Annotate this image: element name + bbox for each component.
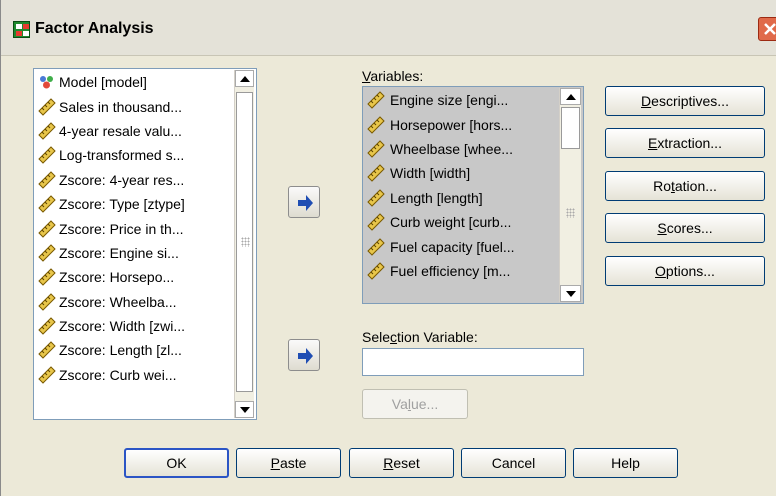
- list-item[interactable]: Zscore: Type [ztype]: [35, 192, 185, 216]
- source-list-scrollbar[interactable]: [234, 70, 254, 418]
- scale-variable-icon: [37, 219, 59, 238]
- paste-button[interactable]: Paste: [236, 448, 341, 478]
- list-item-label: Wheelbase [whee...: [390, 140, 513, 157]
- help-button[interactable]: Help: [573, 448, 678, 478]
- right-arrow-icon: [298, 348, 313, 364]
- options-button[interactable]: Options...: [605, 256, 765, 286]
- list-item[interactable]: Horsepower [hors...: [364, 112, 515, 137]
- scale-variable-icon: [366, 262, 388, 280]
- list-item-label: Sales in thousand...: [59, 98, 182, 115]
- scale-variable-icon: [37, 341, 59, 360]
- scroll-thumb[interactable]: [236, 92, 253, 392]
- nominal-variable-icon: [37, 73, 59, 91]
- value-button[interactable]: Value...: [362, 389, 468, 419]
- factor-analysis-dialog: Factor Analysis Model [model] Sales in th…: [0, 0, 776, 496]
- selection-variable-field[interactable]: [362, 348, 584, 376]
- scroll-thumb[interactable]: [561, 107, 580, 149]
- list-item-label: Fuel capacity [fuel...: [390, 238, 515, 255]
- list-item[interactable]: Log-transformed s...: [35, 143, 185, 167]
- scale-variable-icon: [37, 317, 59, 335]
- list-item-label: Engine size [engi...: [390, 92, 509, 109]
- list-item[interactable]: Fuel capacity [fuel...: [364, 234, 515, 259]
- list-item[interactable]: 4-year resale valu...: [35, 119, 185, 143]
- scale-variable-icon: [37, 366, 59, 384]
- list-item-label: Width [width]: [390, 165, 471, 182]
- list-item[interactable]: Zscore: Price in th...: [35, 216, 185, 240]
- list-item[interactable]: Curb weight [curb...: [364, 209, 515, 235]
- scale-variable-icon: [37, 195, 59, 213]
- window-title: Factor Analysis: [35, 20, 154, 37]
- scale-variable-icon: [366, 164, 388, 183]
- scale-variable-icon: [37, 97, 59, 116]
- scale-variable-icon: [366, 189, 388, 207]
- extraction-button[interactable]: Extraction...: [605, 128, 765, 158]
- scroll-down-button[interactable]: [235, 401, 254, 418]
- list-item-label: Zscore: Wheelba...: [59, 293, 177, 310]
- right-arrow-icon: [298, 195, 313, 211]
- list-item-label: Length [length]: [390, 189, 483, 206]
- list-item[interactable]: Sales in thousand...: [35, 94, 185, 118]
- list-item[interactable]: Zscore: Wheelba...: [35, 290, 185, 314]
- list-item[interactable]: Width [width]: [364, 161, 515, 186]
- list-item[interactable]: Length [length]: [364, 185, 515, 210]
- move-to-variables-button[interactable]: [288, 186, 320, 218]
- scale-variable-icon: [366, 115, 388, 134]
- reset-button[interactable]: Reset: [349, 448, 454, 478]
- list-item-label: Model [model]: [59, 74, 147, 91]
- list-item-label: Horsepower [hors...: [390, 116, 513, 133]
- list-item-label: Zscore: 4-year res...: [59, 171, 185, 188]
- descriptives-button[interactable]: Descriptives...: [605, 86, 765, 116]
- list-item[interactable]: Zscore: Width [zwi...: [35, 314, 185, 338]
- list-item-label: 4-year resale valu...: [59, 122, 182, 139]
- scroll-up-button[interactable]: [560, 88, 581, 105]
- variables-list-scrollbar[interactable]: [559, 88, 581, 302]
- ok-button[interactable]: OK: [124, 448, 229, 478]
- scale-variable-icon: [366, 140, 388, 158]
- list-item[interactable]: Zscore: Engine si...: [35, 241, 185, 265]
- list-item[interactable]: Engine size [engi...: [364, 88, 515, 113]
- move-to-selection-variable-button[interactable]: [288, 339, 320, 371]
- variables-label: Variables:: [362, 68, 424, 84]
- source-variable-list[interactable]: Model [model] Sales in thousand... 4-year …: [33, 68, 257, 420]
- title-bar[interactable]: Factor Analysis: [1, 0, 776, 56]
- list-item-label: Zscore: Width [zwi...: [59, 318, 186, 335]
- app-icon: [13, 21, 30, 38]
- list-item[interactable]: Wheelbase [whee...: [364, 136, 515, 162]
- variables-list[interactable]: Engine size [engi... Horsepower [hors... W…: [362, 86, 584, 304]
- scale-variable-icon: [37, 292, 59, 311]
- scale-variable-icon: [37, 268, 59, 287]
- list-item-label: Zscore: Horsepo...: [59, 269, 175, 286]
- scale-variable-icon: [366, 237, 388, 256]
- list-item[interactable]: Zscore: 4-year res...: [35, 168, 185, 192]
- scores-button[interactable]: Scores...: [605, 213, 765, 243]
- list-item-label: Fuel efficiency [m...: [390, 262, 511, 279]
- rotation-button[interactable]: Rotation...: [605, 171, 765, 201]
- list-item[interactable]: Zscore: Length [zl...: [35, 338, 185, 362]
- scroll-down-button[interactable]: [560, 285, 581, 302]
- list-item[interactable]: Zscore: Horsepo...: [35, 265, 185, 289]
- scroll-up-button[interactable]: [235, 70, 254, 87]
- scale-variable-icon: [37, 244, 59, 262]
- scale-variable-icon: [37, 171, 59, 189]
- list-item[interactable]: Zscore: Curb wei...: [35, 363, 185, 387]
- selection-variable-label: Selection Variable:: [362, 329, 478, 345]
- list-item[interactable]: Model [model]: [35, 70, 185, 94]
- list-item-label: Zscore: Engine si...: [59, 244, 179, 261]
- list-item-label: Log-transformed s...: [59, 147, 185, 164]
- list-item[interactable]: Fuel efficiency [m...: [364, 258, 515, 284]
- list-item-label: Curb weight [curb...: [390, 214, 512, 231]
- scale-variable-icon: [37, 122, 59, 140]
- scale-variable-icon: [366, 213, 388, 231]
- cancel-button[interactable]: Cancel: [461, 448, 566, 478]
- scale-variable-icon: [366, 91, 388, 109]
- list-item-label: Zscore: Type [ztype]: [59, 196, 185, 213]
- list-item-label: Zscore: Price in th...: [59, 220, 184, 237]
- list-item-label: Zscore: Curb wei...: [59, 366, 177, 383]
- scale-variable-icon: [37, 146, 59, 165]
- list-item-label: Zscore: Length [zl...: [59, 342, 182, 359]
- close-icon[interactable]: [758, 17, 776, 41]
